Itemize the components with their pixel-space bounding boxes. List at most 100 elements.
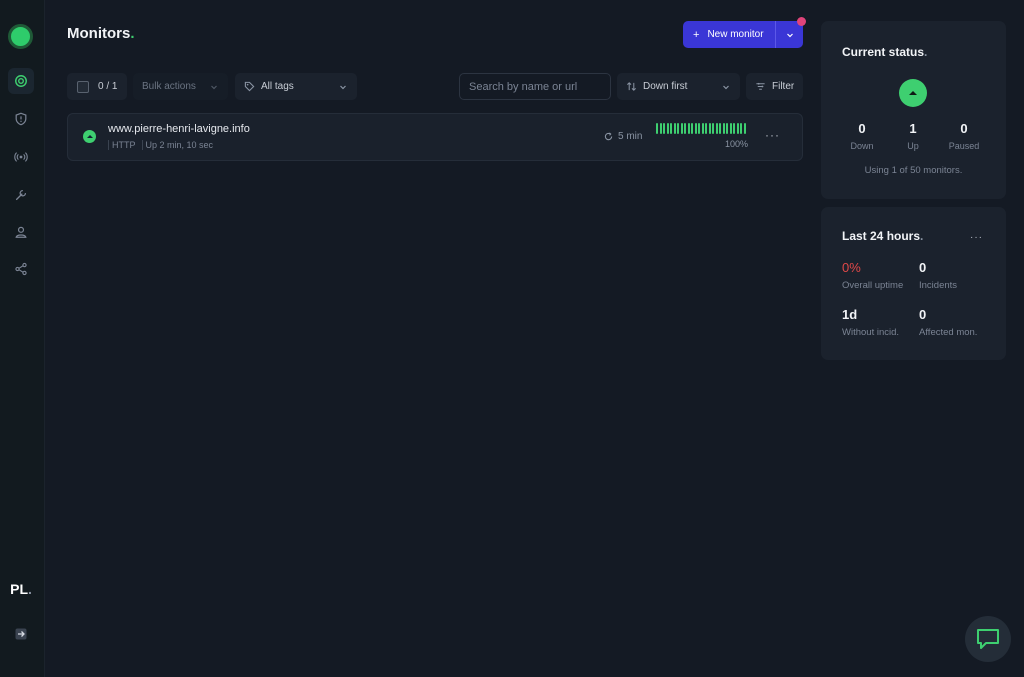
new-monitor-label: New monitor: [707, 29, 764, 40]
monitor-url[interactable]: www.pierre-henri-lavigne.info: [108, 123, 250, 135]
avatar-dot: .: [28, 581, 32, 597]
select-all-checkbox[interactable]: [77, 80, 89, 93]
plus-icon: +: [693, 28, 700, 41]
search-input[interactable]: Search by name or url: [459, 73, 611, 100]
incidents-value: 0: [919, 260, 927, 275]
last-24h-panel: Last 24 hours. ··· 0% Overall uptime 0 I…: [821, 207, 1006, 360]
avatar[interactable]: PL.: [4, 572, 38, 606]
monitor-uptime: 100%: [725, 139, 749, 149]
tags-label: All tags: [261, 81, 294, 92]
notification-badge: [797, 17, 806, 26]
wrench-icon[interactable]: [8, 182, 34, 208]
without-incid-label: Without incid.: [842, 327, 900, 338]
last-24h-title-dot: .: [920, 229, 924, 243]
without-incid-value: 1d: [842, 307, 858, 322]
down-label: Down: [850, 141, 874, 151]
uptime-bar: [666, 123, 669, 134]
affected-value: 0: [919, 307, 927, 322]
uptime-bar: [712, 123, 714, 134]
status-logo[interactable]: [8, 24, 33, 49]
affected-label: Affected mon.: [919, 327, 978, 338]
uptime-history-bars: [656, 123, 746, 134]
chevron-down-icon: [340, 85, 346, 89]
usage-text: Using 1 of 50 monitors.: [864, 165, 963, 176]
incidents-kpi: 0 Incidents: [919, 260, 957, 291]
avatar-initials: PL: [10, 581, 28, 597]
monitor-interval-value: 5 min: [618, 131, 643, 142]
integrations-icon[interactable]: [8, 256, 34, 282]
shield-icon[interactable]: [8, 106, 34, 132]
current-status-title: Current status.: [842, 45, 927, 59]
filter-icon: [756, 82, 765, 90]
tags-dropdown[interactable]: All tags: [235, 73, 357, 100]
affected-monitors-kpi: 0 Affected mon.: [919, 307, 977, 338]
uptime-bar: [680, 123, 683, 134]
uptime-bar: [715, 123, 718, 134]
chevron-down-icon: [723, 85, 729, 89]
sort-label: Down first: [643, 81, 688, 92]
more-options-icon[interactable]: ···: [765, 128, 780, 142]
uptime-bar: [719, 123, 721, 134]
down-count: 0: [858, 121, 866, 136]
page-title-text: Monitors: [67, 25, 131, 42]
bulk-actions-label: Bulk actions: [142, 81, 196, 92]
uptime-bar: [656, 123, 658, 134]
status-up-icon: [83, 130, 96, 143]
new-monitor-button[interactable]: + New monitor: [683, 21, 803, 48]
uptime-bar: [659, 123, 662, 134]
last-24h-title-text: Last 24 hours: [842, 229, 921, 243]
select-all-control[interactable]: 0 / 1: [67, 73, 127, 100]
last-24h-title: Last 24 hours.: [842, 229, 923, 243]
search-placeholder: Search by name or url: [469, 80, 578, 93]
sort-icon: [627, 82, 636, 91]
logout-icon[interactable]: [14, 627, 28, 641]
monitors-icon[interactable]: [8, 68, 34, 94]
monitor-meta: HTTP Up 2 min, 10 sec: [108, 140, 213, 150]
uptime-bar: [733, 123, 735, 134]
overall-uptime-value: 0%: [842, 260, 861, 275]
down-stat: 0 Down: [837, 121, 887, 151]
up-count: 1: [909, 121, 917, 136]
chevron-down-icon: [211, 85, 217, 89]
more-options-icon[interactable]: ···: [970, 232, 983, 243]
paused-label: Paused: [948, 141, 980, 151]
uptime-bar: [701, 123, 704, 134]
page-title-dot: .: [130, 25, 135, 42]
monitor-interval: 5 min: [604, 131, 642, 142]
status-up-icon: [899, 79, 927, 107]
uptime-bar: [677, 123, 679, 134]
broadcast-icon[interactable]: [8, 144, 34, 170]
monitor-row[interactable]: www.pierre-henri-lavigne.info HTTP Up 2 …: [67, 113, 803, 161]
uptime-bar: [687, 123, 690, 134]
chat-button[interactable]: [965, 616, 1011, 662]
new-monitor-dropdown[interactable]: [776, 31, 803, 39]
overall-uptime-label: Overall uptime: [842, 280, 904, 291]
incidents-label: Incidents: [919, 280, 958, 291]
selection-count: 0 / 1: [98, 81, 118, 92]
overall-uptime-kpi: 0% Overall uptime: [842, 260, 903, 291]
uptime-bar: [684, 123, 686, 134]
uptime-bar: [670, 123, 672, 134]
sidebar: PL.: [0, 0, 45, 677]
uptime-bar: [740, 123, 742, 134]
paused-stat: 0 Paused: [939, 121, 989, 151]
chat-icon: [977, 629, 999, 649]
up-label: Up: [907, 141, 919, 151]
uptime-bar: [698, 123, 700, 134]
new-monitor-main[interactable]: + New monitor: [683, 21, 775, 48]
filter-label: Filter: [772, 81, 795, 92]
bulk-actions-dropdown[interactable]: Bulk actions: [133, 73, 228, 100]
uptime-bar: [673, 123, 676, 134]
refresh-icon: [604, 132, 613, 141]
uptime-bar: [743, 123, 746, 134]
filter-button[interactable]: Filter: [746, 73, 803, 100]
uptime-bar: [736, 123, 739, 134]
user-icon[interactable]: [8, 219, 34, 245]
without-incidents-kpi: 1d Without incid.: [842, 307, 899, 338]
page-title: Monitors.: [67, 25, 135, 42]
monitor-type: HTTP: [108, 140, 136, 150]
chevron-down-icon: [786, 33, 793, 37]
sort-dropdown[interactable]: Down first: [617, 73, 740, 100]
current-status-title-dot: .: [924, 45, 928, 59]
uptime-bar: [705, 123, 707, 134]
